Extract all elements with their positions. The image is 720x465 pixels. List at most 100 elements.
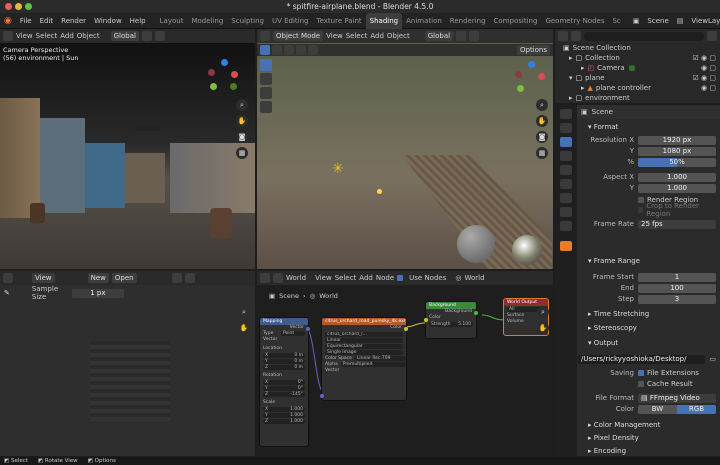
envtex-vector-socket[interactable] <box>320 394 324 398</box>
environment-texture-node[interactable]: citrus_orchard_road_puresky_4k.exr Color… <box>320 317 408 401</box>
menu-window[interactable]: Window <box>90 13 126 29</box>
camera-orientation-dropdown[interactable]: Global <box>110 31 139 41</box>
outliner-item[interactable]: ▾ ▢ plane ☑ ◉ ▢ <box>555 73 720 83</box>
box-select-icon[interactable] <box>272 45 282 55</box>
perspective-grid-icon[interactable]: ▦ <box>236 147 248 159</box>
new-image-button[interactable]: New <box>87 273 109 283</box>
select-tool-icon[interactable] <box>260 45 270 55</box>
mapping-type-field[interactable]: Point <box>281 331 305 336</box>
aspect-x-field[interactable]: 1.000 <box>638 172 716 182</box>
render-tab-icon[interactable] <box>560 123 572 133</box>
main-pan-icon[interactable]: ✋ <box>536 115 548 127</box>
sample-size-field[interactable]: 1 px <box>71 288 124 298</box>
zoom-icon[interactable]: ⌕ <box>236 99 248 111</box>
outliner-display-icon[interactable] <box>571 31 581 41</box>
background-node[interactable]: Background Background Color Strength 5.10… <box>424 301 478 339</box>
tab-uv-editing[interactable]: UV Editing <box>268 13 313 29</box>
outliner[interactable]: ▣ Scene Collection ▸ ▢ Collection ☑ ◉ ▢ ▸ ◰ Ca… <box>555 29 720 103</box>
color-bw-button[interactable]: BW <box>638 404 677 414</box>
main-camera-icon[interactable]: ◙ <box>536 131 548 143</box>
format-panel-header[interactable]: ▾ Format <box>580 122 716 133</box>
image-editor-type-icon[interactable] <box>3 273 13 283</box>
object-tab-icon[interactable] <box>560 207 572 217</box>
mapping-node[interactable]: Mapping Vector Type Point Vector Location… <box>259 317 310 447</box>
options-dropdown[interactable]: Options <box>516 45 550 55</box>
encoding-panel-header[interactable]: ▸ Encoding <box>580 446 716 456</box>
view-layer-tab-icon[interactable] <box>560 151 572 161</box>
stereoscopy-panel-header[interactable]: ▸ Stereoscopy <box>580 323 716 334</box>
frame-rate-dropdown[interactable]: 25 fps <box>638 219 716 229</box>
output-panel-header[interactable]: ▾ Output <box>580 338 716 349</box>
camera-object-menu[interactable]: Object <box>77 32 100 40</box>
image-editor[interactable]: View New Open ✎ Sample Size 1 px ⌕ ✋ <box>0 271 255 456</box>
view-layer-selector[interactable]: ViewLayer <box>687 13 720 29</box>
output-tab-icon[interactable] <box>560 137 572 147</box>
close-window-icon[interactable] <box>5 3 12 10</box>
camera-view-menu[interactable]: View <box>16 32 33 40</box>
texture-tab-icon[interactable] <box>560 241 572 251</box>
outliner-search-input[interactable] <box>584 31 704 41</box>
main-3d-viewport[interactable]: Object Mode View Select Add Object Globa… <box>257 29 553 269</box>
cache-result-checkbox[interactable] <box>638 381 644 387</box>
envtex-alpha-field[interactable]: Premultiplied <box>340 362 406 367</box>
outliner-item[interactable]: ▸ ▢ Collection ☑ ◉ ▢ <box>555 53 720 63</box>
mapping-rot-z[interactable]: Z -145° <box>263 392 305 397</box>
select-subtract-icon[interactable] <box>296 45 306 55</box>
tab-rendering[interactable]: Rendering <box>446 13 490 29</box>
background-color-socket[interactable] <box>424 318 428 322</box>
cursor-tool-icon[interactable] <box>260 59 272 71</box>
world-tab-icon[interactable] <box>560 179 572 189</box>
envtex-proj-field[interactable]: Equirectangular <box>325 344 403 349</box>
outliner-item[interactable]: ▸ ▢ environment <box>555 93 720 103</box>
camera-add-menu[interactable]: Add <box>60 32 74 40</box>
outliner-filter-icon[interactable] <box>707 31 717 41</box>
file-extensions-checkbox[interactable] <box>638 370 644 376</box>
camera-toggle-icon[interactable]: ◙ <box>236 131 248 143</box>
open-image-button[interactable]: Open <box>111 273 137 283</box>
image-zoom-icon[interactable]: ⌕ <box>238 306 250 318</box>
select-extend-icon[interactable] <box>284 45 294 55</box>
pan-hand-icon[interactable]: ✋ <box>236 115 248 127</box>
time-stretching-panel-header[interactable]: ▸ Time Stretching <box>580 309 716 320</box>
viewport-editor-type-icon[interactable] <box>260 31 270 41</box>
outliner-item[interactable]: ▸ ◰ Camera ▦ ◉ ▢ <box>555 63 720 73</box>
eyedropper-icon[interactable]: ✎ <box>4 289 10 297</box>
outliner-type-icon[interactable] <box>558 31 568 41</box>
main-grid-icon[interactable]: ▦ <box>536 147 548 159</box>
main-zoom-icon[interactable]: ⌕ <box>536 99 548 111</box>
tab-layout[interactable]: Layout <box>156 13 188 29</box>
res-x-field[interactable]: 1920 px <box>638 135 716 145</box>
light-target-dot[interactable] <box>377 189 382 194</box>
rotate-tool-icon[interactable] <box>260 87 272 99</box>
menu-render[interactable]: Render <box>57 13 90 29</box>
sun-light-icon[interactable]: ✳ <box>332 161 344 177</box>
scale-tool-icon[interactable] <box>260 101 272 113</box>
main-view-menu[interactable]: View <box>326 32 343 40</box>
tab-shading[interactable]: Shading <box>365 12 403 29</box>
object-mode-dropdown[interactable]: Object Mode <box>273 31 324 41</box>
main-snap-icon[interactable] <box>456 31 467 41</box>
tab-animation[interactable]: Animation <box>402 13 446 29</box>
move-tool-icon[interactable] <box>260 73 272 85</box>
main-orientation-dropdown[interactable]: Global <box>424 31 454 41</box>
color-rgb-button[interactable]: RGB <box>677 404 716 414</box>
color-management-panel-header[interactable]: ▸ Color Management <box>580 420 716 431</box>
mapping-rot-x[interactable]: X 0° <box>263 380 305 385</box>
mapping-scale-x[interactable]: X 1.000 <box>263 407 305 412</box>
node-pan-icon[interactable]: ✋ <box>537 322 549 334</box>
camera-select-menu[interactable]: Select <box>36 32 58 40</box>
tab-scripting[interactable]: Sc <box>608 13 624 29</box>
render-region-checkbox[interactable] <box>638 197 644 203</box>
background-out-socket[interactable] <box>474 311 478 315</box>
res-y-field[interactable]: 1080 px <box>638 146 716 156</box>
mapping-rot-y[interactable]: Y 0° <box>263 386 305 391</box>
tab-geometry-nodes[interactable]: Geometry Nodes <box>541 13 608 29</box>
tab-modeling[interactable]: Modeling <box>187 13 227 29</box>
camera-nav-gizmo[interactable] <box>205 57 243 95</box>
proportional-icon[interactable] <box>154 31 165 41</box>
tab-sculpting[interactable]: Sculpting <box>227 13 268 29</box>
aspect-y-field[interactable]: 1.000 <box>638 183 716 193</box>
main-object-menu[interactable]: Object <box>387 32 410 40</box>
file-format-dropdown[interactable]: ▤ FFmpeg Video <box>638 393 716 403</box>
res-pct-slider[interactable]: 50% <box>638 157 716 167</box>
